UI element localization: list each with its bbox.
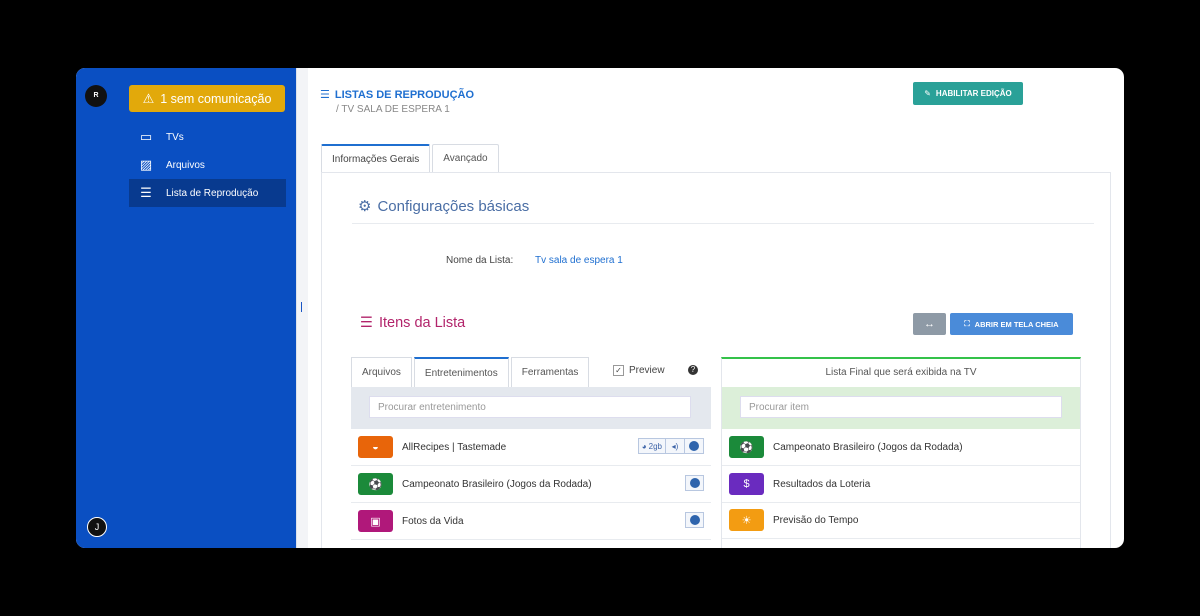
list-item[interactable]: $ Resultados da Loteria: [722, 466, 1080, 503]
enable-edit-button[interactable]: ✎ HABILITAR EDIÇÃO: [913, 82, 1023, 105]
final-list-title: Lista Final que será exibida na TV: [825, 367, 977, 378]
pie-icon: ◕: [641, 441, 647, 451]
item-badges: ◕ 2gb ◂): [637, 438, 704, 454]
warning-icon: ⚠: [142, 90, 155, 106]
preview-label: Preview: [629, 365, 665, 376]
globe-icon: [689, 478, 700, 488]
bowl-icon: ◒: [358, 436, 393, 458]
list-icon: ☰: [360, 315, 373, 331]
image-icon: ▨: [139, 157, 153, 172]
basic-config-title: ⚙ Configurações básicas: [358, 197, 530, 216]
help-icon[interactable]: ?: [688, 365, 698, 375]
list-item[interactable]: ⚽ Campeonato Brasileiro (Jogos da Rodada…: [351, 466, 711, 503]
sidebar-item-tvs[interactable]: ▭ TVs: [129, 123, 286, 151]
audio-badge: ◂): [666, 438, 685, 454]
speaker-icon: ◂): [671, 441, 679, 451]
globe-badge: [685, 475, 704, 491]
list-items-title: ☰ Itens da Lista: [360, 315, 466, 331]
monitor-icon: ▭: [139, 129, 153, 144]
storage-badge: ◕ 2gb: [637, 438, 666, 454]
item-search-input[interactable]: Procurar item: [740, 396, 1062, 418]
expand-icon: ⛶: [964, 319, 970, 328]
search-bar-area: Procurar entretenimento: [351, 387, 711, 429]
main-content: ☰ LISTAS DE REPRODUÇÃO / TV SALA DE ESPE…: [308, 68, 1124, 548]
search-bar-area: Procurar item: [722, 387, 1080, 429]
sidebar-item-lista-reproducao[interactable]: ☰ Lista de Reprodução: [129, 179, 286, 207]
globe-icon: [689, 441, 699, 451]
tab-avancado[interactable]: Avançado: [432, 144, 499, 172]
list-icon: ☰: [140, 185, 152, 200]
list-name-label: Nome da Lista:: [446, 255, 514, 266]
sidebar-item-label: Lista de Reprodução: [166, 187, 259, 199]
soccer-ball-icon: ⚽: [729, 436, 764, 458]
tab-informacoes-gerais[interactable]: Informações Gerais: [321, 144, 431, 173]
swap-button[interactable]: ↔: [913, 313, 946, 335]
page-title: ☰ LISTAS DE REPRODUÇÃO: [320, 88, 475, 102]
sun-icon: ☀: [729, 509, 764, 531]
list-icon: ☰: [320, 89, 330, 101]
globe-badge: [685, 438, 704, 454]
tab-entretenimentos[interactable]: Entretenimentos: [413, 357, 509, 388]
app-window: R ⚠ 1 sem comunicação ▭ TVs ▨ Arquivos ☰…: [76, 68, 1124, 548]
sidebar: R ⚠ 1 sem comunicação ▭ TVs ▨ Arquivos ☰…: [76, 68, 296, 548]
item-badges: [685, 512, 704, 528]
divider: [352, 223, 1094, 224]
main-tabs: Informações Gerais Avançado: [321, 144, 499, 173]
list-item[interactable]: ▣ Fotos da Vida: [351, 503, 711, 540]
tab-panel: ⚙ Configurações básicas Nome da Lista: T…: [321, 172, 1111, 548]
list-item[interactable]: ⚽ Campeonato Brasileiro (Jogos da Rodada…: [722, 429, 1080, 466]
tab-arquivos[interactable]: Arquivos: [351, 357, 412, 387]
user-avatar[interactable]: J: [87, 517, 107, 537]
list-name-value[interactable]: Tv sala de espera 1: [535, 255, 623, 266]
fullscreen-button[interactable]: ⛶ ABRIR EM TELA CHEIA: [950, 313, 1073, 335]
globe-badge: [685, 512, 704, 528]
list-item[interactable]: ◒ AllRecipes | Tastemade ◕ 2gb ◂): [351, 429, 711, 466]
sidebar-collapse-rail[interactable]: [296, 68, 308, 548]
sidebar-item-label: TVs: [166, 131, 184, 143]
entertainment-search-input[interactable]: Procurar entretenimento: [369, 396, 691, 418]
money-bag-icon: $: [729, 473, 764, 495]
collapse-handle[interactable]: [301, 302, 302, 312]
no-communication-alert-button[interactable]: ⚠ 1 sem comunicação: [129, 85, 285, 112]
sidebar-item-label: Arquivos: [166, 159, 205, 171]
app-logo: R: [85, 85, 107, 107]
item-badges: [685, 475, 704, 491]
final-list-panel: Lista Final que será exibida na TV Procu…: [721, 357, 1081, 548]
preview-toggle[interactable]: ✓ Preview: [613, 365, 665, 376]
list-item[interactable]: ☀ Previsão do Tempo: [722, 502, 1080, 539]
preview-checkbox[interactable]: ✓: [613, 365, 624, 376]
tab-ferramentas[interactable]: Ferramentas: [510, 357, 590, 387]
source-items-panel: Arquivos Entretenimentos Ferramentas ✓ P…: [351, 357, 711, 548]
sidebar-item-arquivos[interactable]: ▨ Arquivos: [129, 151, 286, 179]
breadcrumb: / TV SALA DE ESPERA 1: [336, 104, 450, 115]
globe-icon: [689, 515, 700, 525]
source-tabs: Arquivos Entretenimentos Ferramentas: [351, 357, 590, 388]
pencil-icon: ✎: [924, 89, 931, 98]
photo-icon: ▣: [358, 510, 393, 532]
soccer-ball-icon: ⚽: [358, 473, 393, 495]
gears-icon: ⚙: [358, 198, 372, 215]
alert-label: 1 sem comunicação: [160, 91, 272, 106]
